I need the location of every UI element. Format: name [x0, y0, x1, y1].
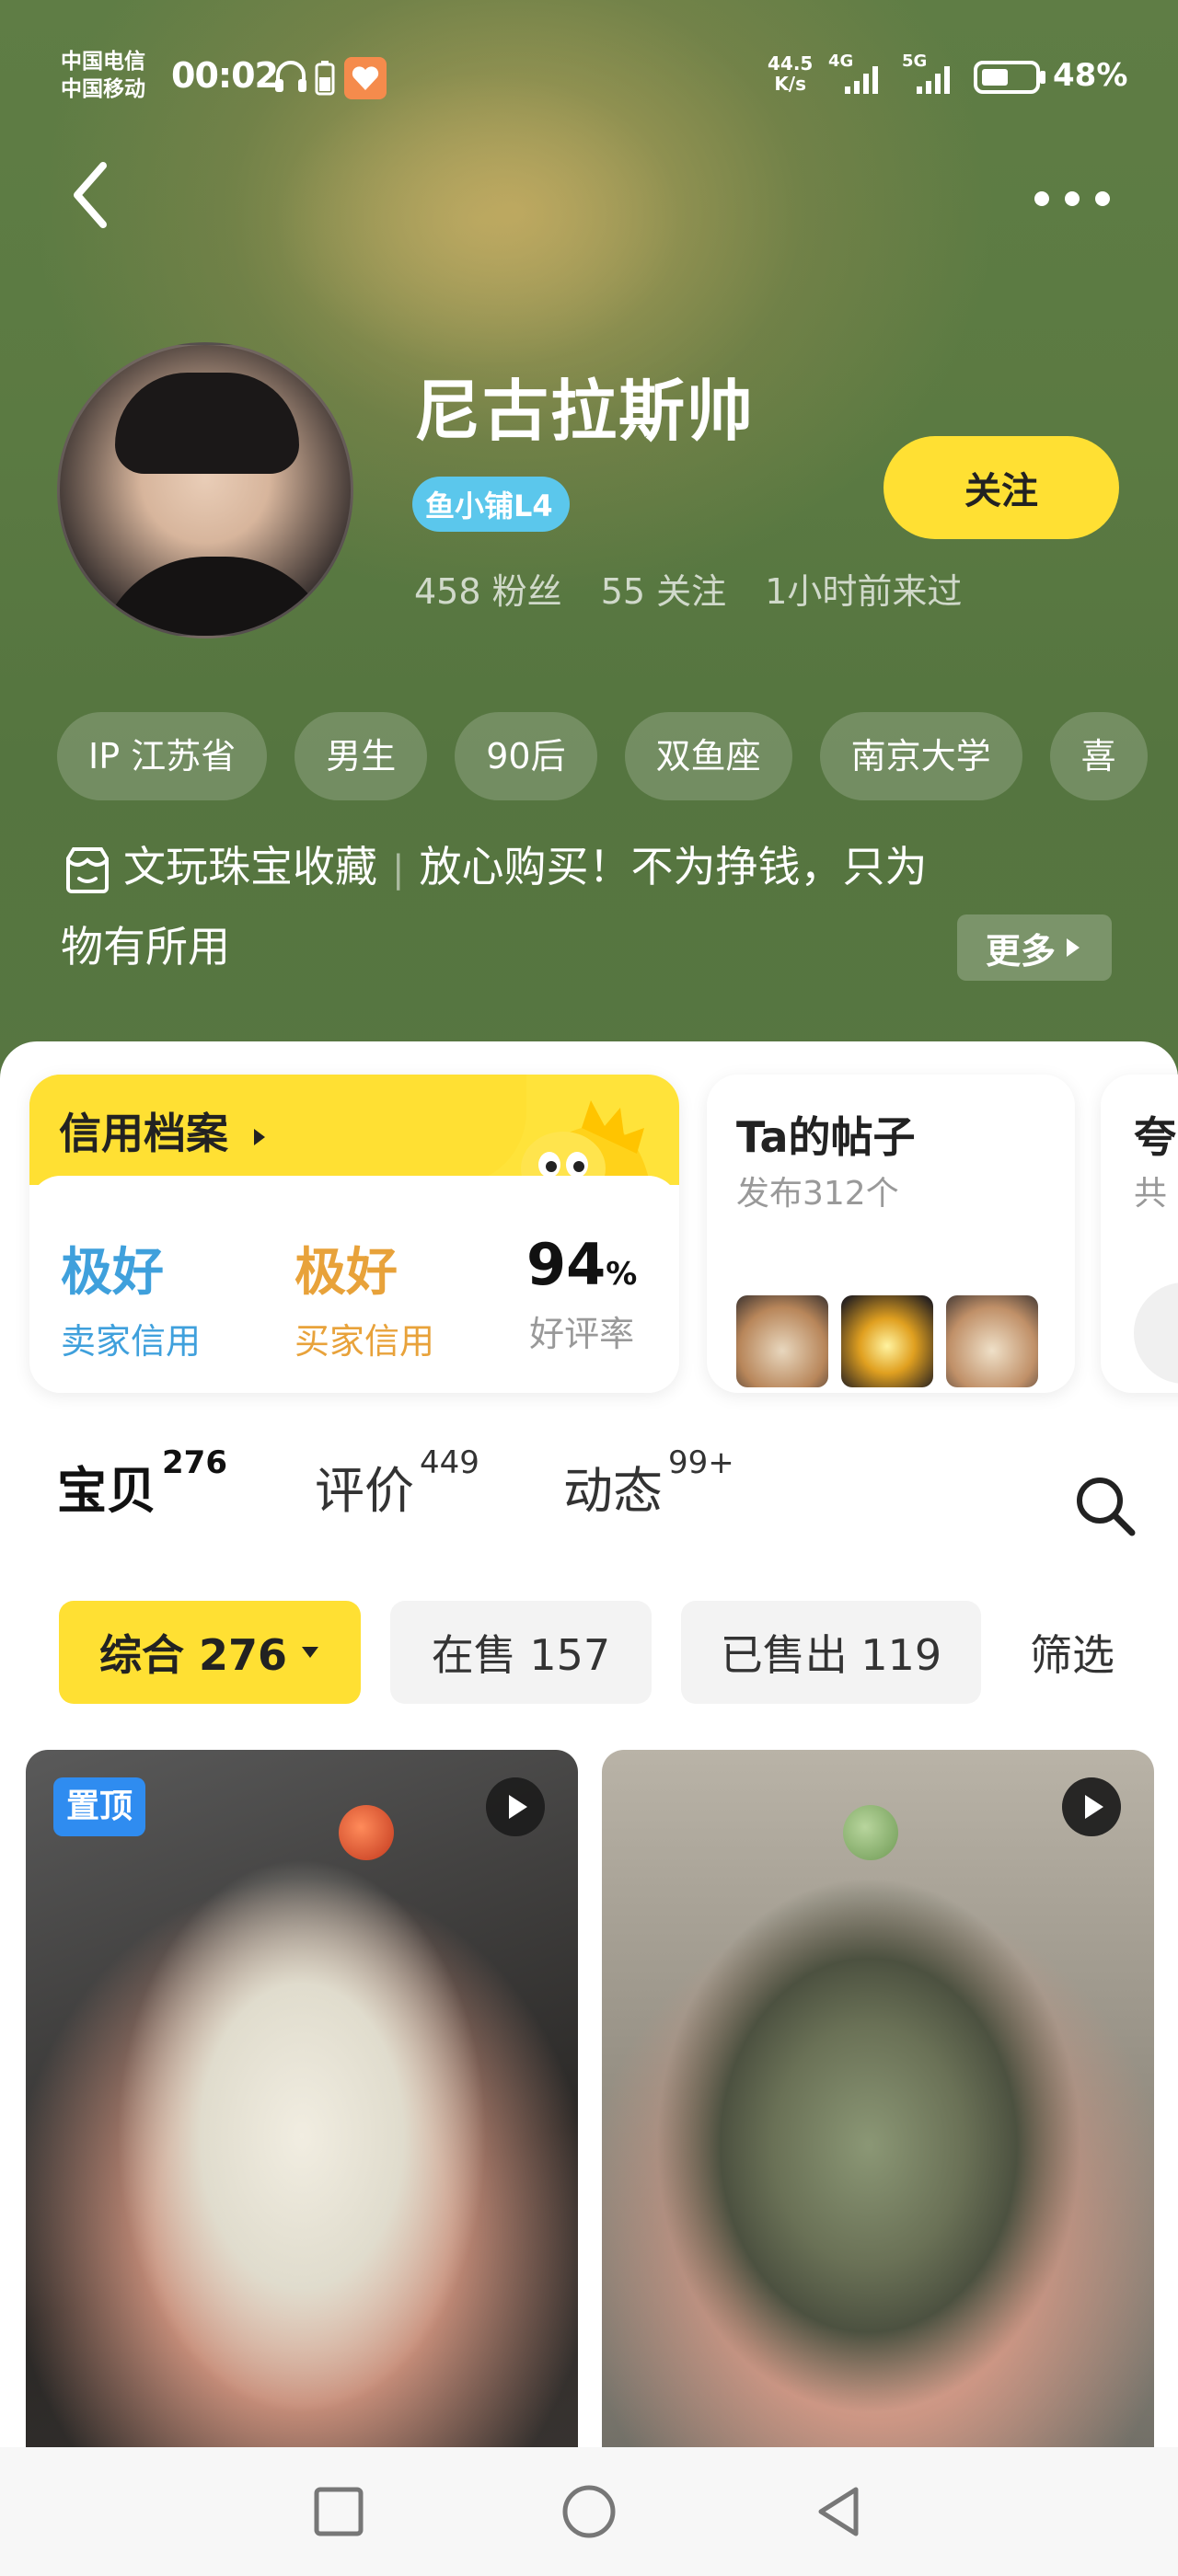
signal-1-icon	[845, 66, 878, 94]
avatar-shirt	[97, 557, 336, 636]
post-thumbnail[interactable]	[736, 1295, 828, 1387]
product-bead	[339, 1805, 394, 1860]
caret-right-icon	[1067, 938, 1080, 957]
buyer-credit-value: 极好	[294, 1243, 398, 1303]
status-time: 00:02	[171, 55, 279, 96]
signal-2-icon	[917, 66, 950, 94]
credit-body: 极好 卖家信用 极好 买家信用 94% 好评率	[29, 1176, 679, 1393]
seller-credit-value: 极好	[61, 1243, 164, 1303]
user-name: 尼古拉斯帅	[414, 373, 756, 450]
pinned-badge: 置顶	[53, 1777, 146, 1836]
posts-card[interactable]: Ta的帖子 发布312个	[707, 1075, 1075, 1393]
product-bead	[843, 1805, 898, 1860]
profile-header: 中国电信 中国移动 00:02 44.5 K/s 4G 5G 48% 尼古拉斯帅…	[0, 0, 1178, 1086]
search-icon[interactable]	[1071, 1472, 1138, 1538]
positive-rating: 94% 好评率	[526, 1231, 637, 1356]
shop-badge-label: 鱼小铺L4	[425, 489, 553, 523]
post-thumbnail[interactable]	[946, 1295, 1038, 1387]
net-speed: 44.5 K/s	[768, 53, 813, 94]
tab-reviews-count: 449	[420, 1444, 479, 1481]
carrier-1: 中国电信	[61, 50, 145, 74]
filter-sold[interactable]: 已售出 119	[681, 1601, 981, 1704]
avatar[interactable]	[57, 342, 353, 638]
praise-subtitle: 共	[1134, 1175, 1168, 1213]
system-nav-bar	[0, 2447, 1178, 2576]
filter-bar: 综合 276 在售 157 已售出 119 筛选	[0, 1601, 1178, 1708]
tag-age[interactable]: 90后	[455, 712, 597, 800]
buyer-credit-label: 买家信用	[294, 1321, 435, 1362]
filter-all[interactable]: 综合 276	[59, 1601, 361, 1704]
tag-more[interactable]: 喜	[1049, 712, 1148, 800]
recent-apps-icon[interactable]	[309, 2482, 368, 2541]
profile-content: 信用档案 极好 卖家信用 极好 买家信用 94% 好评率 Ta的帖子 发布312…	[0, 1041, 1178, 2576]
credit-title-text: 信用档案	[59, 1109, 228, 1158]
play-video-icon[interactable]	[486, 1777, 545, 1836]
tab-feed-label: 动态	[563, 1462, 663, 1520]
filter-all-label: 综合 276	[98, 1630, 288, 1680]
product-card[interactable]	[602, 1750, 1154, 2504]
last-seen: 1小时前来过	[765, 571, 963, 612]
back-nav-icon[interactable]	[810, 2482, 869, 2541]
posts-title: Ta的帖子	[736, 1112, 916, 1162]
tag-gender[interactable]: 男生	[294, 712, 428, 800]
posts-count: 发布312个	[736, 1175, 899, 1213]
credit-card[interactable]: 信用档案 极好 卖家信用 极好 买家信用 94% 好评率	[29, 1075, 679, 1393]
carrier-2: 中国移动	[61, 77, 145, 101]
tag-zodiac[interactable]: 双鱼座	[624, 712, 792, 800]
tab-feed-count: 99+	[668, 1444, 734, 1481]
tab-reviews-label: 评价	[315, 1462, 414, 1520]
more-options-icon[interactable]	[1031, 180, 1114, 217]
profile-stats: 458 粉丝 55 关注 1小时前来过	[414, 563, 989, 614]
product-card[interactable]: 置顶	[26, 1750, 578, 2504]
post-thumbnail[interactable]	[841, 1295, 933, 1387]
followers-count[interactable]: 458 粉丝	[414, 571, 562, 612]
filter-on-sale[interactable]: 在售 157	[390, 1601, 652, 1704]
bio-category: 文玩珠宝收藏	[123, 842, 377, 891]
net-speed-unit: K/s	[774, 73, 807, 95]
back-icon[interactable]	[66, 158, 121, 232]
following-count[interactable]: 55 关注	[601, 571, 726, 612]
carrier-names: 中国电信 中国移动	[61, 48, 145, 103]
bio-divider: |	[392, 848, 405, 891]
tab-items-count: 276	[162, 1444, 227, 1481]
positive-rating-label: 好评率	[529, 1314, 635, 1354]
tag-ip[interactable]: IP 江苏省	[57, 712, 268, 800]
app-heart-icon	[344, 57, 387, 99]
positive-rating-value: 94%	[526, 1231, 638, 1298]
chevron-down-icon	[302, 1647, 319, 1658]
content-tabs: 宝贝 276 评价 449 动态 99+	[0, 1444, 1178, 1560]
bio-more-button[interactable]: 更多	[957, 914, 1112, 981]
home-icon[interactable]	[560, 2482, 618, 2541]
praise-card[interactable]: 夸 共	[1101, 1075, 1178, 1393]
seller-credit-label: 卖家信用	[61, 1321, 202, 1362]
shop-level-badge[interactable]: 鱼小铺L4	[412, 477, 570, 532]
battery-small-icon	[315, 61, 335, 96]
net-speed-value: 44.5	[768, 52, 814, 75]
profile-tags: IP 江苏省 男生 90后 双鱼座 南京大学喜	[57, 712, 1178, 804]
battery-icon	[974, 61, 1045, 94]
seller-credit: 极好 卖家信用	[61, 1231, 201, 1363]
tab-feed[interactable]: 动态 99+	[563, 1444, 734, 1523]
play-video-icon[interactable]	[1062, 1777, 1121, 1836]
praise-title: 夸	[1134, 1112, 1176, 1162]
praise-avatar	[1134, 1282, 1178, 1384]
tab-reviews[interactable]: 评价 449	[315, 1444, 479, 1523]
status-bar: 中国电信 中国移动 00:02 44.5 K/s 4G 5G 48%	[0, 46, 1178, 110]
tag-school[interactable]: 南京大学	[819, 712, 1022, 800]
avatar-hair	[115, 373, 299, 474]
shop-icon	[66, 846, 109, 893]
buyer-credit: 极好 买家信用	[294, 1231, 434, 1363]
bio-more-label: 更多	[985, 930, 1056, 972]
caret-right-icon	[254, 1129, 266, 1145]
follow-button[interactable]: 关注	[884, 436, 1119, 539]
battery-percentage: 48%	[1053, 57, 1128, 94]
filter-button[interactable]: 筛选	[1003, 1601, 1141, 1704]
credit-title: 信用档案	[59, 1100, 269, 1161]
headphones-icon	[275, 61, 306, 92]
tab-items[interactable]: 宝贝 276	[57, 1444, 227, 1523]
tab-items-label: 宝贝	[57, 1462, 156, 1520]
bio-text-line-1: 放心购买！不为挣钱，只为	[419, 842, 928, 891]
